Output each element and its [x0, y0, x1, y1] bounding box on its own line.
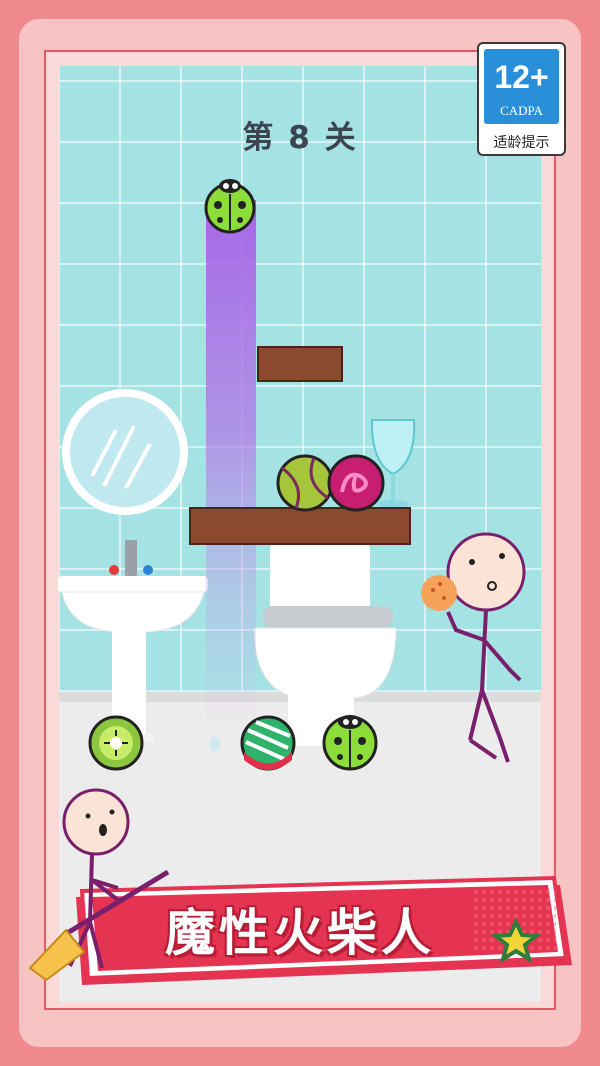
pink-ball-icon[interactable]	[327, 454, 385, 512]
small-shelf[interactable]	[257, 346, 343, 382]
watermelon-ball-icon[interactable]	[240, 715, 296, 771]
age-rating-box: 12+ CADPA	[484, 49, 559, 124]
game-screen: 第 8 关 12+ CADPA 适龄提示 魔性火柴人	[0, 0, 600, 1066]
stickman-eating[interactable]	[421, 532, 526, 763]
ladybug-ball-icon[interactable]	[204, 179, 256, 234]
drop-beam	[206, 200, 256, 720]
round-mirror	[62, 389, 188, 515]
ladybug-ball-icon-floor[interactable]	[322, 715, 378, 771]
game-title: 魔性火柴人	[165, 904, 435, 962]
large-shelf[interactable]	[189, 507, 411, 545]
age-rating-org: CADPA	[500, 103, 543, 118]
kiwi-ball-icon[interactable]	[88, 715, 144, 771]
toilet	[253, 540, 397, 746]
age-rating-tip: 适龄提示	[493, 135, 550, 151]
water-drop	[210, 737, 220, 751]
age-rating-number: 12+	[494, 59, 549, 95]
tennis-ball-icon[interactable]	[276, 454, 334, 512]
sink	[58, 540, 208, 742]
age-rating-badge: 12+ CADPA 适龄提示	[477, 42, 566, 156]
